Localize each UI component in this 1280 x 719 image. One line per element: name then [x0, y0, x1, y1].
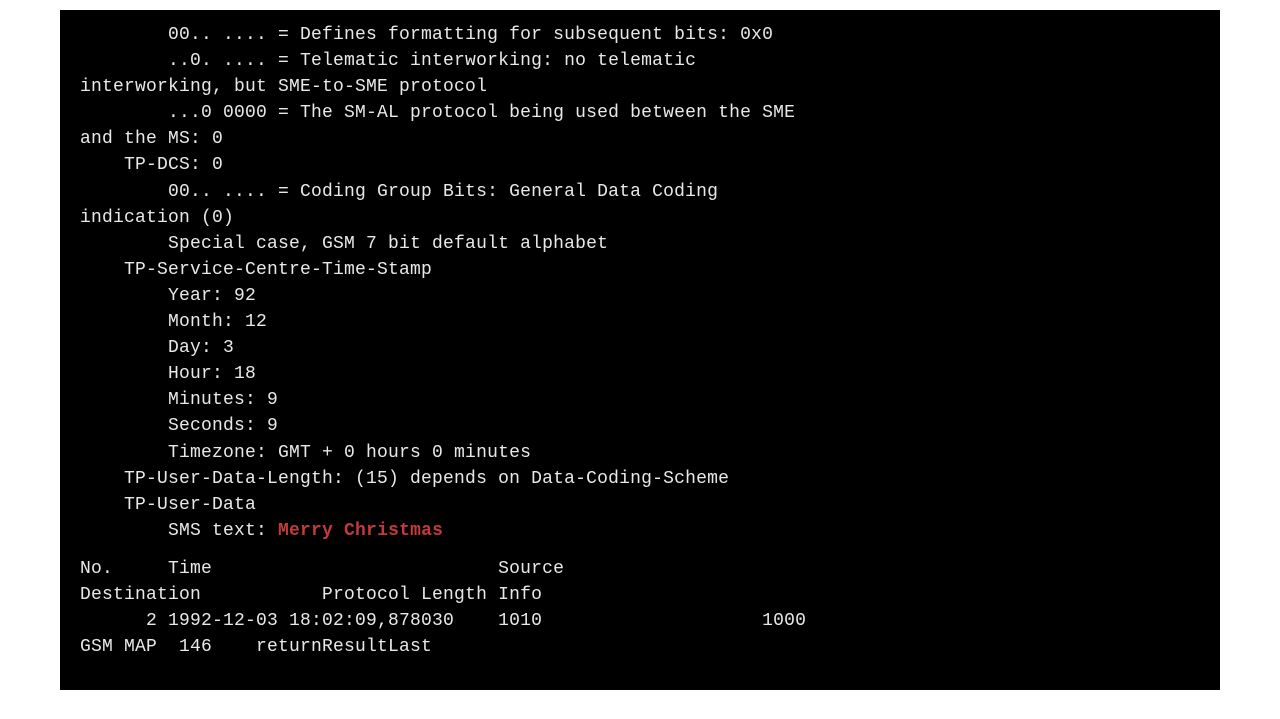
packet-header-1: No. Time Source	[80, 556, 1200, 582]
tp-pid-telematic: ..0. .... = Telematic interworking: no t…	[80, 48, 1200, 74]
tp-pid-bits-format: 00.. .... = Defines formatting for subse…	[80, 22, 1200, 48]
timestamp-hour: Hour: 18	[80, 361, 1200, 387]
tp-dcs-coding-group-cont: indication (0)	[80, 205, 1200, 231]
tp-dcs-special-case: Special case, GSM 7 bit default alphabet	[80, 231, 1200, 257]
timestamp-month: Month: 12	[80, 309, 1200, 335]
timestamp-header: TP-Service-Centre-Time-Stamp	[80, 257, 1200, 283]
packet-row-2: GSM MAP 146 returnResultLast	[80, 634, 1200, 660]
packet-row-1: 2 1992-12-03 18:02:09,878030 1010 1000	[80, 608, 1200, 634]
tp-pid-telematic-cont: interworking, but SME-to-SME protocol	[80, 74, 1200, 100]
tp-pid-smal-cont: and the MS: 0	[80, 126, 1200, 152]
tp-pid-smal: ...0 0000 = The SM-AL protocol being use…	[80, 100, 1200, 126]
user-data-header: TP-User-Data	[80, 492, 1200, 518]
packet-header-2: Destination Protocol Length Info	[80, 582, 1200, 608]
terminal-output: 00.. .... = Defines formatting for subse…	[60, 10, 1220, 690]
timestamp-minutes: Minutes: 9	[80, 387, 1200, 413]
sms-label: SMS text:	[80, 521, 278, 541]
timestamp-day: Day: 3	[80, 335, 1200, 361]
user-data-length: TP-User-Data-Length: (15) depends on Dat…	[80, 466, 1200, 492]
timestamp-year: Year: 92	[80, 283, 1200, 309]
sms-text-line: SMS text: Merry Christmas	[80, 518, 1200, 544]
tp-dcs-coding-group: 00.. .... = Coding Group Bits: General D…	[80, 179, 1200, 205]
tp-dcs-header: TP-DCS: 0	[80, 152, 1200, 178]
timestamp-seconds: Seconds: 9	[80, 413, 1200, 439]
sms-text-value: Merry Christmas	[278, 521, 443, 541]
timestamp-timezone: Timezone: GMT + 0 hours 0 minutes	[80, 440, 1200, 466]
